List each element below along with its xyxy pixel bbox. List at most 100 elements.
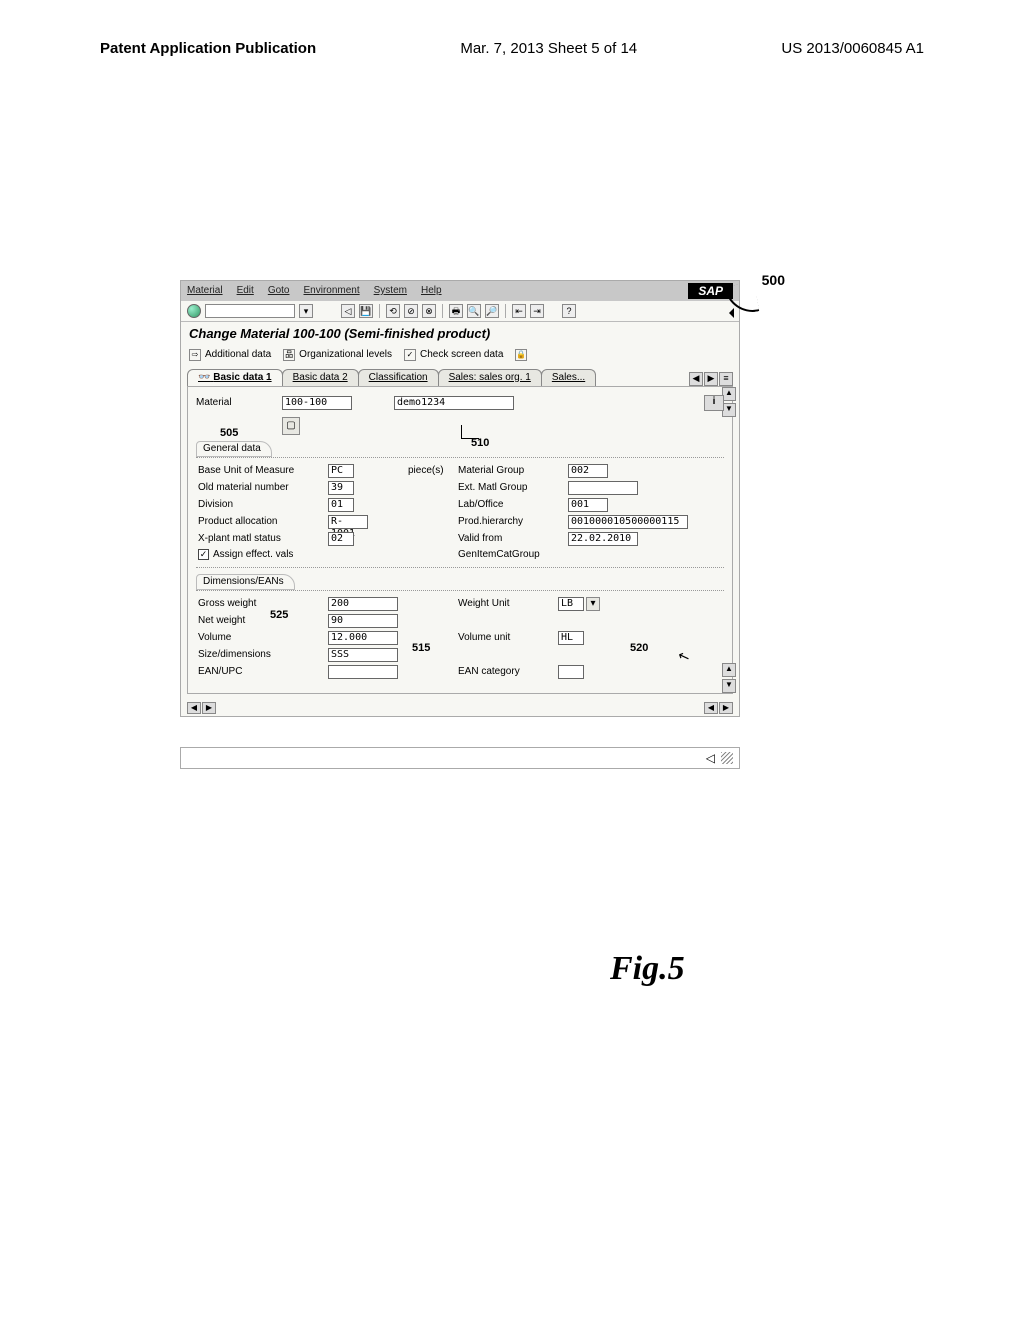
nav-exit-icon[interactable]: ⊘ — [404, 304, 418, 318]
lock-button[interactable]: 🔒 — [515, 349, 527, 361]
figure-caption: Fig.5 — [610, 950, 685, 988]
laboff-label: Lab/Office — [458, 499, 568, 511]
scroll-up-icon[interactable]: ▲ — [722, 387, 736, 401]
nav-cancel-icon[interactable]: ⊗ — [422, 304, 436, 318]
dropdown-icon[interactable]: ▾ — [299, 304, 313, 318]
oldmat-field[interactable]: 39 — [328, 481, 354, 495]
tab-classification[interactable]: Classification — [358, 369, 439, 386]
publication-label: Patent Application Publication — [100, 40, 316, 57]
xplant-field[interactable]: 02 — [328, 532, 354, 546]
tab-basic-data-1[interactable]: 👓 Basic data 1 — [187, 369, 283, 386]
check-screen-button[interactable]: ✓ Check screen data — [404, 349, 503, 361]
menu-environment[interactable]: Environment — [304, 285, 360, 297]
vu-field[interactable]: HL — [558, 631, 584, 645]
menu-help[interactable]: Help — [421, 285, 442, 297]
palloc-label: Product allocation — [198, 516, 328, 528]
glasses-icon: 👓 — [198, 372, 210, 383]
div-field[interactable]: 01 — [328, 498, 354, 512]
assign-label: Assign effect. vals — [213, 549, 293, 561]
prodh-label: Prod.hierarchy — [458, 516, 568, 528]
horizontal-scrollbar: ◀ ▶ ◀ ▶ — [181, 700, 739, 716]
material-field[interactable]: 100-100 — [282, 396, 352, 410]
tab-basic-data-2[interactable]: Basic data 2 — [282, 369, 359, 386]
laboff-field[interactable]: 001 — [568, 498, 608, 512]
oldmat-label: Old material number — [198, 482, 328, 494]
status-bar: ◁ — [180, 747, 740, 769]
nav-back-icon[interactable]: ⟲ — [386, 304, 400, 318]
additional-data-button[interactable]: ⇨ Additional data — [189, 349, 271, 361]
tab-scroll-left-icon[interactable]: ◀ — [689, 372, 703, 386]
prodh-field[interactable]: 001000010500000115 — [568, 515, 688, 529]
back-icon[interactable]: ◁ — [341, 304, 355, 318]
buom-field[interactable]: PC — [328, 464, 354, 478]
menu-edit[interactable]: Edit — [237, 285, 254, 297]
sd-label: Size/dimensions — [198, 649, 328, 661]
menu-bar: Material Edit Goto Environment System He… — [181, 281, 739, 301]
first-page-icon[interactable]: ⇤ — [512, 304, 526, 318]
vol-field[interactable]: 12.000 — [328, 631, 398, 645]
matgrp-field[interactable]: 002 — [568, 464, 608, 478]
wu-help-button[interactable]: ▾ — [586, 597, 600, 611]
globe-icon[interactable] — [187, 304, 201, 318]
tab-sales-org-1[interactable]: Sales: sales org. 1 — [438, 369, 542, 386]
page-title: Change Material 100-100 (Semi-finished p… — [181, 322, 739, 346]
content-pane: ▲ ▼ Material 100-100 demo1234 i ▢ 505 51… — [187, 386, 733, 694]
assign-checkbox[interactable]: ✓ — [198, 549, 209, 560]
wu-label: Weight Unit — [458, 598, 558, 610]
hscroll-right2-icon[interactable]: ▶ — [719, 702, 733, 714]
last-page-icon[interactable]: ⇥ — [530, 304, 544, 318]
resize-handle-icon[interactable] — [721, 752, 733, 764]
wu-field[interactable]: LB — [558, 597, 584, 611]
callout-505: 505 — [220, 427, 238, 440]
patent-page-header: Patent Application Publication Mar. 7, 2… — [0, 0, 1024, 67]
matgrp-label: Material Group — [458, 465, 568, 477]
material-label: Material — [196, 397, 276, 409]
transaction-dropdown[interactable] — [205, 304, 295, 318]
nw-field[interactable]: 90 — [328, 614, 398, 628]
sd-field[interactable]: SSS — [328, 648, 398, 662]
arrow-right-icon: ⇨ — [189, 349, 201, 361]
hscroll-left-icon[interactable]: ◀ — [187, 702, 201, 714]
buom-label: Base Unit of Measure — [198, 465, 328, 477]
scroll-up-bottom-icon[interactable]: ▲ — [722, 663, 736, 677]
genitm-label: GenItemCatGroup — [458, 549, 568, 561]
org-levels-button[interactable]: 品 Organizational levels — [283, 349, 392, 361]
scroll-down-top-icon[interactable]: ▼ — [722, 403, 736, 417]
xplant-label: X-plant matl status — [198, 533, 328, 545]
tab-sales-more[interactable]: Sales... — [541, 369, 596, 386]
buom-text: piece(s) — [408, 465, 458, 477]
menu-goto[interactable]: Goto — [268, 285, 290, 297]
material-desc-field[interactable]: demo1234 — [394, 396, 514, 410]
ec-field[interactable] — [558, 665, 584, 679]
hscroll-right-icon[interactable]: ▶ — [202, 702, 216, 714]
toolbar: ▾ ◁ 💾 ⟲ ⊘ ⊗ 🖶 🔍 🔎 ⇤ ⇥ ? — [181, 301, 739, 322]
tab-scroll-right-icon[interactable]: ▶ — [704, 372, 718, 386]
menu-material[interactable]: Material — [187, 285, 223, 297]
gw-field[interactable]: 200 — [328, 597, 398, 611]
scroll-down-icon[interactable]: ▼ — [722, 679, 736, 693]
tab-list-icon[interactable]: ≡ — [719, 372, 733, 386]
hscroll-left2-icon[interactable]: ◀ — [704, 702, 718, 714]
find-icon[interactable]: 🔍 — [467, 304, 481, 318]
help-icon[interactable]: ? — [562, 304, 576, 318]
print-icon[interactable]: 🖶 — [449, 304, 463, 318]
tabstrip: 👓 Basic data 1 Basic data 2 Classificati… — [181, 369, 739, 386]
callout-510: 510 — [471, 437, 489, 450]
material-help-button[interactable]: ▢ — [282, 417, 300, 435]
figure-500: 500 Material Edit Goto Environment Syste… — [180, 280, 740, 769]
find-next-icon[interactable]: 🔎 — [485, 304, 499, 318]
extgrp-field[interactable] — [568, 481, 638, 495]
dimensions-header: Dimensions/EANs — [196, 574, 295, 590]
save-icon[interactable]: 💾 — [359, 304, 373, 318]
menu-system[interactable]: System — [374, 285, 407, 297]
general-data-header: General data — [196, 441, 272, 457]
nw-label: Net weight — [198, 615, 328, 627]
status-back-icon[interactable]: ◁ — [706, 751, 715, 765]
valid-field[interactable]: 22.02.2010 — [568, 532, 638, 546]
palloc-field[interactable]: R-1001 — [328, 515, 368, 529]
figure-reference-500: 500 — [762, 272, 785, 288]
publication-number: US 2013/0060845 A1 — [781, 40, 924, 57]
gw-label: Gross weight — [198, 598, 328, 610]
info-button[interactable]: i — [704, 395, 724, 411]
ean-field[interactable] — [328, 665, 398, 679]
